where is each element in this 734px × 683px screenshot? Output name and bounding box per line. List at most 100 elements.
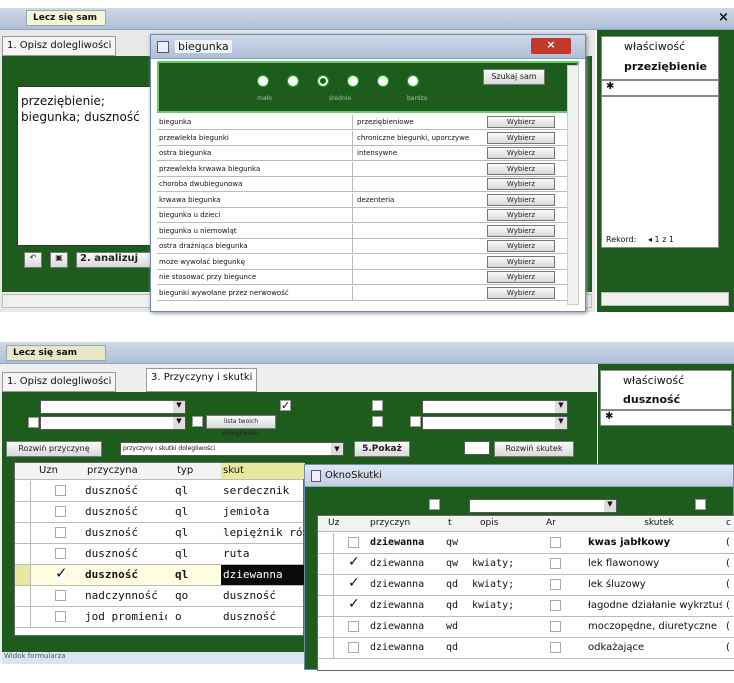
type-cell[interactable]: qo (173, 586, 213, 606)
cause-cell[interactable]: jod promieniotwórczy (83, 607, 167, 627)
select-button[interactable]: Wybierz (487, 147, 555, 159)
tab-przyczyny[interactable]: 3. Przyczyny i skutki (146, 368, 258, 392)
cause-cell[interactable]: duszność (83, 481, 167, 501)
accept-checkbox[interactable] (348, 642, 359, 653)
popup-checkbox-2[interactable] (695, 499, 706, 510)
effect-cell[interactable]: duszność (221, 607, 305, 627)
accept-checkbox[interactable] (55, 590, 66, 601)
cause-cell[interactable]: dziewanna (368, 596, 442, 616)
row-selector[interactable] (318, 617, 334, 637)
row-selector[interactable] (15, 586, 31, 606)
cause-effect-combo[interactable]: przyczyny i skutki dolegliwości ▼ (120, 442, 344, 456)
select-button[interactable]: Wybierz (487, 240, 555, 252)
intensity-dot[interactable] (317, 75, 329, 87)
expand-cause-button[interactable]: Rozwiń przyczynę (6, 441, 102, 457)
type-cell[interactable]: ql (173, 544, 213, 564)
effects-grid-col-header[interactable]: t (446, 516, 460, 531)
select-button[interactable]: Wybierz (487, 209, 555, 221)
c-cell[interactable]: ( (724, 575, 734, 595)
cause-grid-row[interactable]: jod promieniotwórczy o duszność (15, 607, 303, 628)
cause-grid-row[interactable]: duszność ql jemioła (15, 502, 303, 523)
accept-checkbox[interactable] (55, 548, 66, 559)
filter-checkbox-c[interactable] (372, 416, 383, 427)
dialog-vscrollbar[interactable] (567, 65, 579, 305)
c-cell[interactable]: ( (724, 596, 734, 616)
undo-button[interactable]: ↶ (24, 252, 42, 268)
accept-checkbox[interactable]: ✓ (55, 566, 68, 581)
effects-grid-col-header[interactable]: przyczyn (368, 516, 438, 531)
desc-cell[interactable]: kwiaty; (470, 554, 540, 574)
props-value-bottom[interactable]: duszność (623, 393, 680, 406)
select-button[interactable]: Wybierz (487, 116, 555, 128)
row-selector[interactable] (318, 554, 334, 574)
filter-combo-4[interactable]: ▼ (422, 416, 568, 430)
effects-grid-row[interactable]: dziewanna qw kwas jabłkowy( (318, 533, 734, 554)
accept-checkbox[interactable] (55, 485, 66, 496)
filter-checkbox-b[interactable] (372, 400, 383, 411)
ar-checkbox[interactable] (550, 558, 561, 569)
effect-cell[interactable]: serdecznik (221, 481, 305, 501)
type-cell[interactable]: wd (444, 617, 468, 637)
effect-cell[interactable]: odkażające (586, 638, 722, 658)
analyze-button[interactable]: 2. analizuj (76, 252, 156, 268)
type-cell[interactable]: qd (444, 638, 468, 658)
cause-grid-col-header[interactable]: skut (221, 463, 305, 479)
intensity-dot[interactable] (347, 75, 359, 87)
ar-checkbox[interactable] (550, 579, 561, 590)
accept-checkbox[interactable] (348, 537, 359, 548)
filter-checkbox-left[interactable] (28, 417, 39, 428)
c-cell[interactable]: ( (724, 554, 734, 574)
filter-checkbox-e[interactable] (192, 416, 203, 427)
type-cell[interactable]: ql (173, 481, 213, 501)
accept-checkbox[interactable]: ✓ (348, 597, 360, 611)
intensity-dot[interactable] (377, 75, 389, 87)
cause-grid-col-header[interactable]: typ (175, 463, 215, 479)
cause-grid-row[interactable]: ✓ duszność ql dziewanna (15, 565, 305, 586)
effects-grid-col-header[interactable]: skutek (598, 516, 718, 531)
accept-checkbox[interactable] (348, 621, 359, 632)
effect-cell[interactable]: lek śluzowy (586, 575, 722, 595)
effect-cell[interactable]: lepiężnik różowy (221, 523, 305, 543)
ar-checkbox[interactable] (550, 600, 561, 611)
cause-grid-row[interactable]: nadczynność qo duszność (15, 586, 303, 607)
cause-cell[interactable]: nadczynność (83, 586, 167, 606)
cause-cell[interactable]: dziewanna (368, 533, 442, 553)
filter-combo-3[interactable]: ▼ (422, 400, 568, 414)
effects-grid-col-header[interactable]: Ar (544, 516, 564, 531)
cause-cell[interactable]: dziewanna (368, 638, 442, 658)
small-field[interactable] (464, 441, 490, 455)
desc-cell[interactable] (470, 617, 540, 637)
props-new-row-bottom[interactable]: ✱ (600, 410, 732, 426)
effect-cell[interactable]: kwas jabłkowy (586, 533, 722, 553)
symptoms-textbox[interactable]: przeziębienie; biegunka; duszność (17, 86, 157, 246)
top-app-tab[interactable]: Lecz się sam (26, 10, 106, 26)
desc-cell[interactable] (470, 533, 540, 553)
select-button[interactable]: Wybierz (487, 178, 555, 190)
intensity-dot[interactable] (257, 75, 269, 87)
props-hscrollbar[interactable] (601, 292, 729, 306)
intensity-dot[interactable] (407, 75, 419, 87)
effects-grid-row[interactable]: dziewanna qd odkażające( (318, 638, 734, 659)
search-self-button[interactable]: Szukaj sam (483, 69, 545, 85)
tab-opisz-bottom[interactable]: 1. Opisz dolegliwości (2, 372, 117, 392)
effects-grid-row[interactable]: ✓ dziewanna qw kwiaty; lek flawonowy( (318, 554, 734, 575)
filter-checkbox-d[interactable] (410, 416, 421, 427)
desc-cell[interactable]: kwiaty; (470, 575, 540, 595)
c-cell[interactable]: ( (724, 638, 734, 658)
c-cell[interactable]: ( (724, 533, 734, 553)
filter-checkbox-a[interactable]: ✓ (280, 400, 291, 411)
cause-grid-row[interactable]: duszność ql lepiężnik różowy (15, 523, 305, 544)
effect-cell[interactable]: ruta (221, 544, 305, 564)
ar-checkbox[interactable] (550, 642, 561, 653)
dialog-close-button[interactable]: × (531, 38, 571, 54)
type-cell[interactable]: o (173, 607, 213, 627)
tab-opisz[interactable]: 1. Opisz dolegliwości (2, 36, 117, 56)
filter-list-button[interactable]: lista twoich dolegliwości (206, 415, 276, 437)
effect-cell[interactable]: moczopędne, diuretyczne (586, 617, 722, 637)
effect-cell[interactable]: łagodne działanie wykrztuśne (586, 596, 722, 616)
bottom-app-tab[interactable]: Lecz się sam (6, 345, 106, 361)
row-selector[interactable] (15, 544, 31, 564)
accept-checkbox[interactable]: ✓ (348, 576, 360, 590)
type-cell[interactable]: ql (173, 523, 213, 543)
select-button[interactable]: Wybierz (487, 271, 555, 283)
